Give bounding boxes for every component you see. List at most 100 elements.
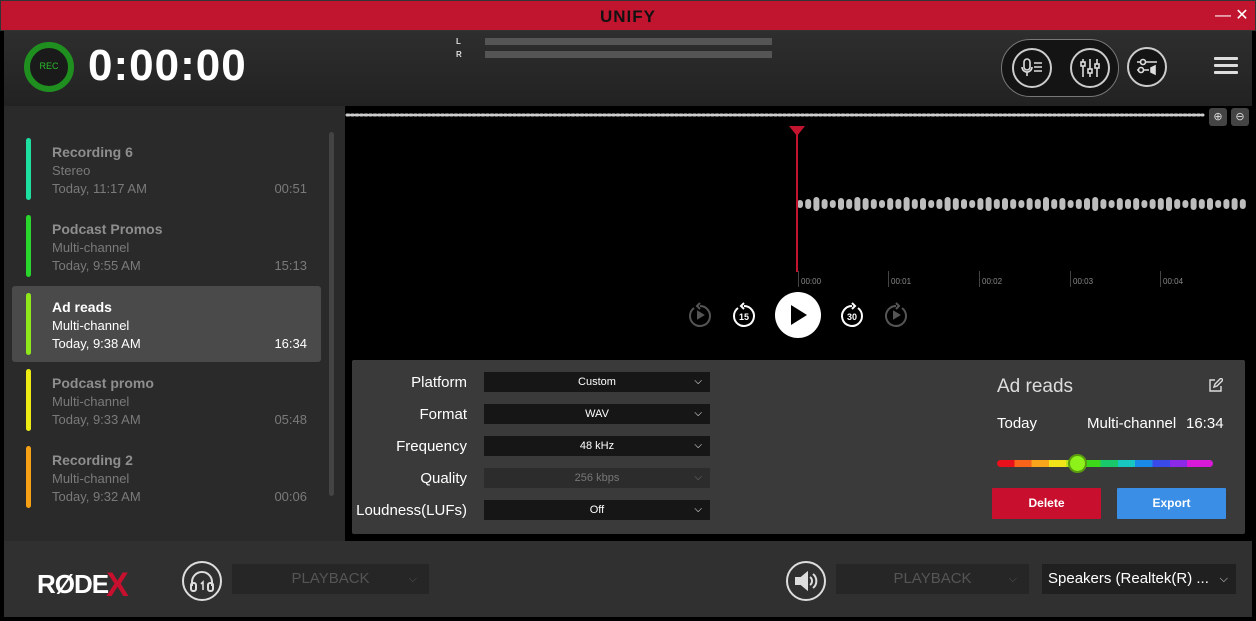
playhead-line [796,132,798,272]
list-item[interactable]: Recording 6 Stereo Today, 11:17 AM 00:51 [12,134,321,210]
recording-type: Multi-channel [52,318,130,333]
waveform-bar [969,200,976,208]
meter-left-label: L [456,37,461,46]
mixer-button[interactable] [1070,48,1110,88]
waveform-bar [821,199,828,209]
speaker-output-value: PLAYBACK [893,570,972,587]
waveform-bar [805,199,812,209]
headphone-output-value: PLAYBACK [291,570,370,587]
waveform-view[interactable]: ⊕ ⊖ 00:00 00:01 00:02 00:03 00:04 15 30 [345,106,1252,358]
waveform-bar [838,198,844,210]
waveform-bar [1215,200,1222,208]
recording-name: Podcast promo [52,375,154,391]
chevron-down-icon: ⌵ [694,408,702,419]
edit-icon[interactable] [1209,378,1223,392]
headphone-output-select[interactable]: PLAYBACK ⌵ [232,564,429,594]
chevron-down-icon: ⌵ [694,440,702,451]
recording-name: Ad reads [52,299,112,315]
recording-type: Multi-channel [52,471,130,486]
recording-color-stripe [26,446,31,508]
mic-settings-button[interactable] [1012,48,1052,88]
skip-back-15-button[interactable]: 15 [729,300,759,330]
recording-type: Stereo [52,163,91,178]
settings-sliders-icon [1137,58,1157,76]
list-scrollbar[interactable] [329,132,334,496]
meter-right-bar [485,51,772,58]
recording-color-stripe [26,369,31,431]
loudness-select[interactable]: Off ⌵ [484,500,710,520]
hamburger-menu-icon[interactable] [1214,57,1238,77]
waveform-bar [854,197,861,211]
waveform-bar [936,199,943,209]
rewind-15-icon: 15 [733,302,755,327]
skip-back-label: 15 [739,312,749,322]
audio-settings-button[interactable] [1127,47,1167,87]
delete-button[interactable]: Delete [992,488,1101,519]
recording-name: Recording 6 [52,144,133,160]
zoom-in-icon[interactable]: ⊕ [1209,108,1227,126]
quality-select[interactable]: 256 kbps ⌵ [484,468,710,488]
waveform-bar [952,198,959,210]
speaker-output-select[interactable]: PLAYBACK ⌵ [836,564,1029,594]
waveform-bar [1231,198,1238,210]
speaker-icon [795,570,818,592]
play-button[interactable] [775,292,821,338]
timeline-tick [979,271,980,287]
speaker-output-button[interactable] [786,561,826,601]
platform-select[interactable]: Custom ⌵ [484,372,710,392]
minimize-icon[interactable]: — [1213,6,1233,26]
recording-date: Today, 9:38 AM [52,336,141,351]
speaker-device-select[interactable]: Speakers (Realtek(R) ... ⌵ [1042,564,1236,594]
jump-end-icon [885,302,907,327]
bottom-bar: RØDEX PLAYBACK ⌵ PLAYBACK ⌵ Speakers (Real… [4,541,1252,617]
color-picker-handle[interactable] [1068,454,1087,473]
color-picker-slider[interactable] [997,460,1213,467]
close-icon[interactable]: ✕ [1232,6,1252,26]
selected-recording-title: Ad reads [997,376,1074,397]
jump-start-icon [689,302,711,327]
skip-forward-label: 30 [847,312,857,322]
quality-value: 256 kbps [574,472,620,484]
jump-to-start-button[interactable] [685,300,715,330]
platform-value: Custom [578,376,616,388]
mic-icon [1021,58,1042,76]
list-item-selected[interactable]: Ad reads Multi-channel Today, 9:38 AM 16… [12,286,321,362]
timeline-tick [888,271,889,287]
platform-label: Platform [411,374,467,391]
chevron-down-icon: ⌵ [1008,573,1017,585]
skip-forward-30-button[interactable]: 30 [837,300,867,330]
recording-duration: 00:06 [274,489,307,504]
waveform-bar [1043,197,1049,211]
waveform-bar [1223,199,1230,209]
recording-type: Multi-channel [52,394,130,409]
frequency-select[interactable]: 48 kHz ⌵ [484,436,710,456]
list-item[interactable]: Recording 2 Multi-channel Today, 9:32 AM… [12,442,321,518]
timeline-tick-label: 00:00 [801,277,822,286]
jump-to-end-button[interactable] [881,300,911,330]
export-button[interactable]: Export [1117,488,1226,519]
recording-type: Multi-channel [52,240,130,255]
format-label: Format [419,406,467,423]
speaker-device-value: Speakers (Realtek(R) ... [1048,570,1209,587]
record-button[interactable]: REC [24,42,74,92]
waveform-bar [887,198,894,210]
list-item[interactable]: Podcast promo Multi-channel Today, 9:33 … [12,365,321,441]
recording-date: Today, 9:32 AM [52,489,141,504]
headphone-output-button[interactable] [182,561,222,601]
format-select[interactable]: WAV ⌵ [484,404,710,424]
recording-color-stripe [26,215,31,277]
headphones-icon [190,571,214,592]
list-item[interactable]: Podcast Promos Multi-channel Today, 9:55… [12,211,321,287]
waveform-bar [813,197,820,211]
waveform-bar [829,200,836,208]
waveform-bar [1018,200,1025,208]
recording-duration: 00:51 [274,181,307,196]
waveform-bar [928,200,935,208]
recording-date: Today, 9:55 AM [52,258,141,273]
export-panel: Platform Custom ⌵ Format WAV ⌵ Frequency 4… [352,360,1245,534]
zoom-out-icon[interactable]: ⊖ [1231,108,1249,126]
waveform-bar [1092,197,1099,211]
app-title: UNIFY [600,7,656,26]
loudness-label: Loudness(LUFs) [356,502,467,519]
selected-recording-date: Today [997,415,1038,432]
